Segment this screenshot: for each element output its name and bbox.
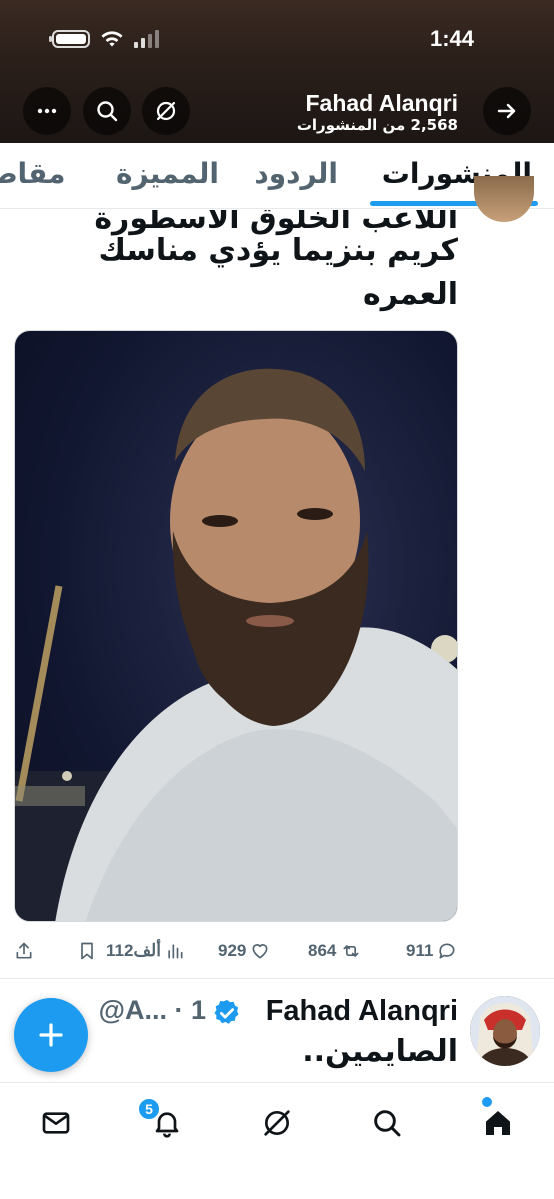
tab-highlights[interactable]: المميزة [116,157,219,190]
reply-icon [439,943,455,959]
bookmark-button[interactable] [77,941,97,961]
bottom-nav: 5 [0,1082,554,1199]
reply-button[interactable]: 911 [406,941,457,961]
plus-icon [39,1023,63,1047]
grok-icon [156,101,176,121]
search-button[interactable] [83,87,131,135]
verified-badge-icon [214,999,239,1024]
grok-icon [264,1110,290,1136]
cellular-signal-icon [134,30,159,48]
nav-messages[interactable] [34,1101,78,1145]
profile-name: Fahad Alanqri [305,90,459,116]
wifi-icon [101,31,123,47]
profile-tabs: المنشورات الردود المميزة مقاطع [0,143,554,209]
notifications-badge: 5 [137,1097,161,1121]
like-button[interactable]: 929 [218,941,270,961]
replies-count: 911 [406,941,434,960]
tweet-divider [0,978,554,979]
back-button[interactable] [483,87,531,135]
video-frame-image [15,368,457,921]
tweet-video[interactable] [14,330,458,922]
home-unread-dot [482,1097,492,1107]
search-icon [374,1110,401,1137]
battery-icon [49,30,90,48]
status-time: 1:44 [429,26,474,51]
avatar-image [470,996,540,1066]
avatar[interactable] [474,176,534,222]
tweet-actions: 112ألف 929 864 911 [0,935,554,971]
views-icon [168,944,183,959]
home-icon [486,1111,510,1135]
tweet-text-line: كريم بنزيما يؤدي مناسك [98,233,458,268]
bookmark-icon [81,942,93,960]
likes-count: 929 [218,941,247,960]
nav-search[interactable] [365,1101,409,1145]
tweet-text-line: العمره [363,277,458,312]
compose-button[interactable] [14,998,88,1072]
retweet-button[interactable]: 864 [308,941,362,961]
status-icons [49,30,159,48]
tab-media[interactable]: مقاطع [0,157,66,190]
more-icon [37,108,57,114]
views-count: 112ألف [106,941,161,960]
forward-arrow-icon [497,103,516,119]
tab-replies[interactable]: الردود [254,157,338,190]
views-button[interactable]: 112ألف [106,941,185,961]
more-button[interactable] [23,87,71,135]
mail-icon [42,1112,70,1134]
share-button[interactable] [14,941,34,961]
retweets-count: 864 [308,941,337,960]
search-icon [97,101,118,122]
retweet-icon [343,945,359,957]
nav-home[interactable] [476,1101,520,1145]
profile-header: 1:44 Fahad Alanqri 2,568 من المنشورات [0,0,554,143]
grok-button[interactable] [142,87,190,135]
nav-grok[interactable] [255,1101,299,1145]
tweet-text: الصايمين.. [302,1034,458,1069]
share-icon [16,942,32,959]
avatar[interactable] [470,996,540,1066]
author-name[interactable]: Fahad Alanqri [266,995,458,1028]
heart-icon [252,944,268,959]
posts-count: 2,568 من المنشورات [296,116,458,134]
